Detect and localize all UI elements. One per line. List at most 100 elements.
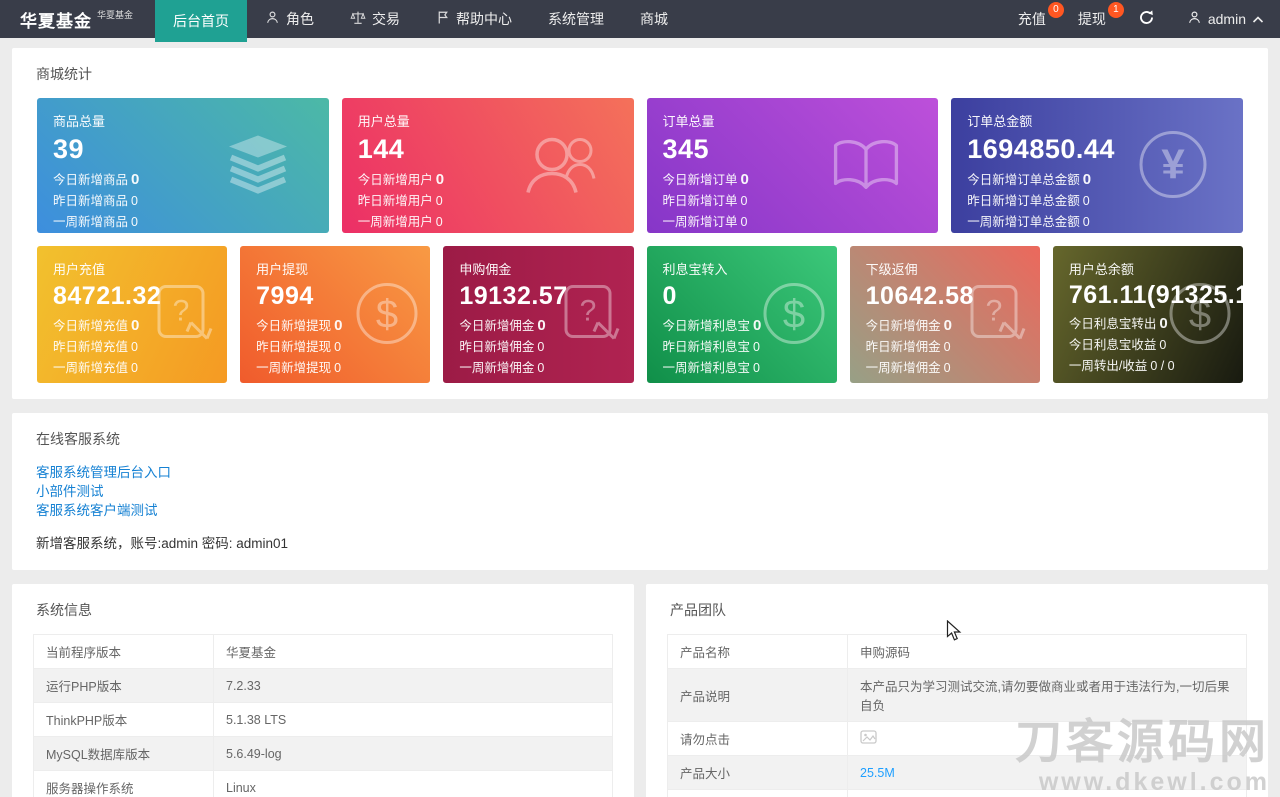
- system-info-title: 系统信息: [24, 600, 622, 634]
- stat-line-label: 一周新增订单总金额: [967, 215, 1080, 229]
- stat-line-label: 昨日新增商品: [53, 194, 128, 208]
- nav-item-label: 商城: [640, 9, 668, 29]
- username-label: admin: [1208, 11, 1246, 27]
- broken-image-icon[interactable]: [860, 733, 877, 747]
- stat-line-label: 今日新增佣金: [459, 319, 534, 333]
- main-content: 商城统计 商品总量 39 今日新增商品0 昨日新增商品0 一周新增商品0 用户总…: [0, 38, 1280, 797]
- stat-line-label: 昨日新增提现: [256, 340, 331, 354]
- stats-row-2: 用户充值 84721.32 今日新增充值0 昨日新增充值0 一周新增充值0 ? …: [24, 246, 1256, 383]
- logo-sup-text: 华夏基金: [97, 8, 133, 21]
- stat-line-value: 0: [753, 361, 760, 375]
- stat-line-label: 昨日新增订单总金额: [967, 194, 1080, 208]
- file-question-icon: ?: [155, 280, 217, 349]
- recharge-button[interactable]: 充值 0: [1002, 0, 1062, 38]
- stat-line-value: 0: [944, 340, 951, 354]
- withdraw-button[interactable]: 提现 1: [1062, 0, 1122, 38]
- cs-admin-entry-link[interactable]: 客服系统管理后台入口: [36, 463, 1244, 482]
- stat-line-value: 0: [131, 215, 138, 229]
- info-label: 当前程序版本: [34, 635, 214, 669]
- stat-title: 订单总量: [663, 111, 923, 130]
- info-label: 产品名称: [668, 635, 848, 669]
- stat-line-label: 今日新增用户: [358, 173, 433, 187]
- recharge-label: 充值: [1018, 9, 1046, 29]
- refresh-icon: [1138, 9, 1155, 29]
- user-menu[interactable]: admin: [1171, 0, 1280, 38]
- stat-line-label: 昨日新增利息宝: [663, 340, 751, 354]
- stat-line-value: 0: [334, 361, 341, 375]
- svg-text:?: ?: [173, 294, 190, 327]
- flag-icon: [436, 10, 450, 28]
- info-label: 服务器操作系统: [34, 771, 214, 797]
- stat-title: 用户提现: [256, 259, 414, 278]
- stat-line-label: 一周新增提现: [256, 361, 331, 375]
- stat-line-value: 0: [537, 340, 544, 354]
- nav-item-roles[interactable]: 角色: [247, 0, 332, 38]
- product-team-title: 产品团队: [658, 600, 1256, 634]
- stat-line-label: 昨日新增用户: [358, 194, 433, 208]
- stat-line-value: 0: [944, 361, 951, 375]
- table-row: 产品说明本产品只为学习测试交流,请勿要做商业或者用于违法行为,一切后果自负: [668, 669, 1247, 722]
- stat-line-label: 今日新增提现: [256, 319, 331, 333]
- info-value: 华夏基金: [214, 635, 613, 669]
- stat-title: 商品总量: [53, 111, 313, 130]
- info-value: mysql: [848, 790, 1247, 797]
- stat-line-label: 今日新增订单: [663, 173, 738, 187]
- svg-text:¥: ¥: [1161, 140, 1185, 187]
- product-team-panel: 产品团队 产品名称申购源码 产品说明本产品只为学习测试交流,请勿要做商业或者用于…: [646, 584, 1268, 797]
- system-info-panel: 系统信息 当前程序版本华夏基金 运行PHP版本7.2.33 ThinkPHP版本…: [12, 584, 634, 797]
- stat-line-label: 昨日新增充值: [53, 340, 128, 354]
- stat-line-label: 一周转出/收益: [1069, 359, 1147, 373]
- nav-item-mall[interactable]: 商城: [622, 0, 686, 38]
- stat-line-value: 0: [537, 361, 544, 375]
- stat-card-interest-transfer-in: 利息宝转入 0 今日新增利息宝0 昨日新增利息宝0 一周新增利息宝0 $: [647, 246, 837, 383]
- layers-icon: [221, 133, 295, 198]
- table-row: 数据库mysql: [668, 790, 1247, 797]
- info-value: 5.1.38 LTS: [214, 703, 613, 737]
- stat-line-value: 0: [436, 171, 444, 188]
- stat-line-label: 一周新增商品: [53, 215, 128, 229]
- stat-line-value: 0: [334, 317, 342, 334]
- system-info-table: 当前程序版本华夏基金 运行PHP版本7.2.33 ThinkPHP版本5.1.3…: [33, 634, 613, 797]
- stat-card-user-recharge: 用户充值 84721.32 今日新增充值0 昨日新增充值0 一周新增充值0 ?: [37, 246, 227, 383]
- withdraw-label: 提现: [1078, 9, 1106, 29]
- cs-client-test-link[interactable]: 客服系统客户端测试: [36, 501, 1244, 520]
- product-team-table: 产品名称申购源码 产品说明本产品只为学习测试交流,请勿要做商业或者用于违法行为,…: [667, 634, 1247, 797]
- svg-text:?: ?: [579, 294, 596, 327]
- stat-line-label: 一周新增佣金: [459, 361, 534, 375]
- customer-service-title: 在线客服系统: [24, 429, 1256, 463]
- nav-item-trade[interactable]: 交易: [332, 0, 418, 38]
- stat-line-value: 0 / 0: [1150, 359, 1174, 373]
- nav-item-help-center[interactable]: 帮助中心: [418, 0, 530, 38]
- nav-item-label: 系统管理: [548, 9, 604, 29]
- navbar-right: 充值 0 提现 1 admin: [1002, 0, 1280, 38]
- table-row: 产品大小25.5M: [668, 756, 1247, 790]
- stat-card-orders-total: 订单总量 345 今日新增订单0 昨日新增订单0 一周新增订单0: [647, 98, 939, 233]
- dollar-circle-icon: $: [761, 280, 827, 349]
- table-row: 服务器操作系统Linux: [34, 771, 613, 797]
- stat-card-sub-rebate: 下级返佣 10642.58 今日新增佣金0 昨日新增佣金0 一周新增佣金0 ?: [850, 246, 1040, 383]
- refresh-button[interactable]: [1122, 0, 1171, 38]
- app-logo: 华夏基金 华夏基金: [0, 0, 155, 38]
- user-avatar-icon: [1187, 10, 1202, 28]
- stat-line-label: 一周新增订单: [663, 215, 738, 229]
- stat-card-user-total-balance: 用户总余额 761.11(91325.19) 今日利息宝转出0 今日利息宝收益0…: [1053, 246, 1243, 383]
- stat-line-value: 0: [131, 361, 138, 375]
- stat-card-order-amount: 订单总金额 1694850.44 今日新增订单总金额0 昨日新增订单总金额0 一…: [951, 98, 1243, 233]
- stat-line-label: 一周新增用户: [358, 215, 433, 229]
- stat-line-value: 0: [537, 317, 545, 334]
- stat-card-purchase-commission: 申购佣金 19132.57 今日新增佣金0 昨日新增佣金0 一周新增佣金0 ?: [443, 246, 633, 383]
- user-icon: [265, 10, 280, 28]
- stat-line-value: 0: [753, 340, 760, 354]
- stat-line-value: 0: [131, 340, 138, 354]
- stat-title: 下级返佣: [866, 259, 1024, 278]
- top-navbar: 华夏基金 华夏基金 后台首页 角色 交易 帮助中心 系统管理: [0, 0, 1280, 38]
- info-label: 产品说明: [668, 669, 848, 722]
- svg-text:?: ?: [985, 294, 1002, 327]
- stat-line-label: 一周新增充值: [53, 361, 128, 375]
- product-size-link[interactable]: 25.5M: [860, 766, 895, 780]
- stat-line-label: 今日新增商品: [53, 173, 128, 187]
- nav-item-dashboard[interactable]: 后台首页: [155, 0, 247, 42]
- cs-widget-test-link[interactable]: 小部件测试: [36, 482, 1244, 501]
- nav-item-system-management[interactable]: 系统管理: [530, 0, 622, 38]
- info-value: 本产品只为学习测试交流,请勿要做商业或者用于违法行为,一切后果自负: [848, 669, 1247, 722]
